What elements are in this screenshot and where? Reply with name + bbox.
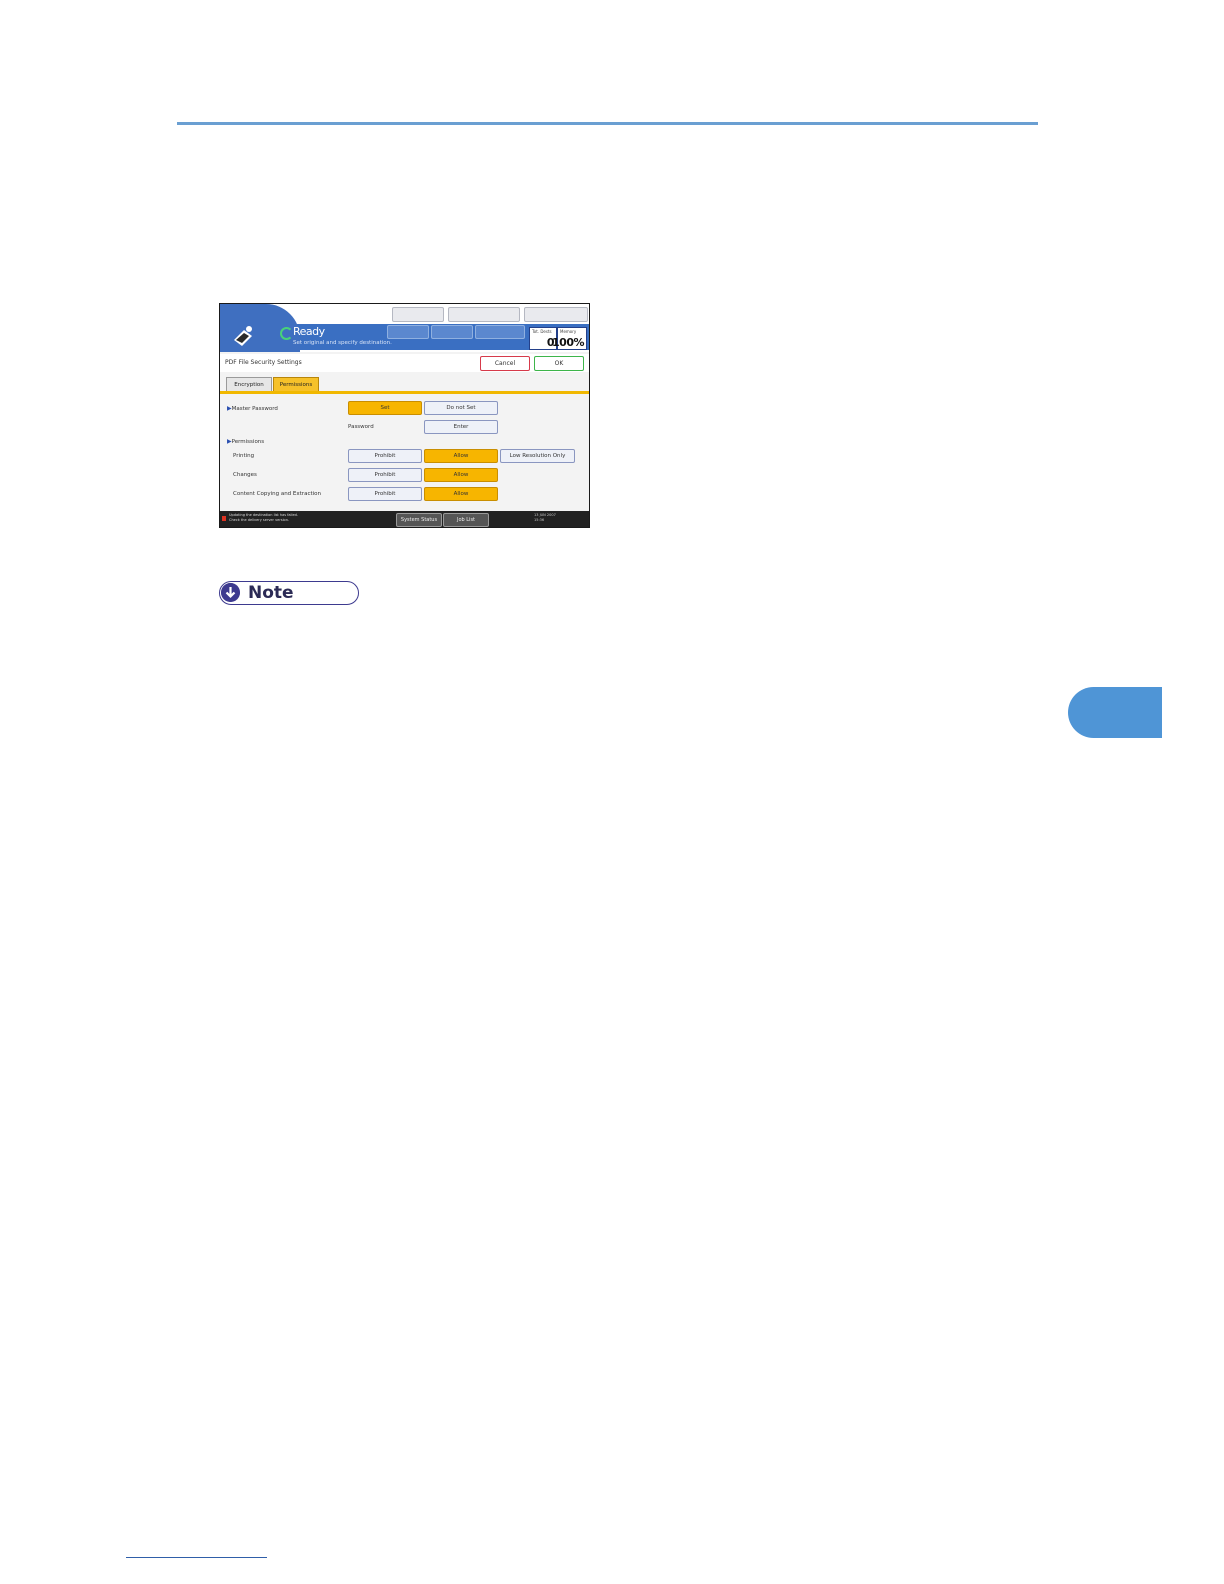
counter-value: 100% [552,336,584,349]
status-bar-message: Updating the destination list has failed… [229,513,298,523]
band-button[interactable] [431,325,473,339]
content-copying-allow-button[interactable]: Allow [424,487,498,501]
down-arrow-icon [221,583,240,602]
master-password-label: Master Password [231,406,278,412]
date-time: 13 JUN 2007 15:36 [534,513,556,523]
ok-button[interactable]: OK [534,356,584,371]
ready-icon [280,327,293,340]
password-enter-button[interactable]: Enter [424,420,498,434]
status-bar: Updating the destination list has failed… [220,511,589,527]
status-message-line: Check the delivery server version. [229,518,290,522]
content-copying-label: Content Copying and Extraction [233,491,321,497]
settings-title: PDF File Security Settings [225,359,302,366]
changes-prohibit-button[interactable]: Prohibit [348,468,422,482]
top-function-button[interactable] [524,307,588,322]
job-list-button[interactable]: Job List [443,513,489,527]
screenshot-panel: Ready Set original and specify destinati… [219,303,590,528]
permissions-label: Permissions [231,439,265,445]
printing-label: Printing [233,453,255,459]
footer-rule [126,1557,267,1558]
printing-allow-button[interactable]: Allow [424,449,498,463]
top-function-button[interactable] [448,307,520,322]
counter-label: Tot. Dests [532,329,552,334]
changes-allow-button[interactable]: Allow [424,468,498,482]
tab-underline [220,391,589,394]
system-status-button[interactable]: System Status [396,513,442,527]
error-icon [222,516,226,521]
note-badge: Note [219,581,359,605]
permissions-heading: ▶Permissions [227,438,264,445]
printing-prohibit-button[interactable]: Prohibit [348,449,422,463]
password-label: Password [348,424,374,430]
band-button[interactable] [387,325,429,339]
cancel-button[interactable]: Cancel [480,356,530,371]
status-title: Ready [293,325,325,338]
top-rule [177,122,1038,125]
time-line: 15:36 [534,518,545,522]
scanner-document-icon [234,326,252,346]
note-label: Note [248,583,294,603]
master-password-set-button[interactable]: Set [348,401,422,415]
top-function-button[interactable] [392,307,444,322]
master-password-do-not-set-button[interactable]: Do not Set [424,401,498,415]
chapter-tab [1068,687,1162,738]
printing-low-resolution-button[interactable]: Low Resolution Only [500,449,575,463]
changes-label: Changes [233,472,257,478]
counter-label: Memory [560,329,577,334]
band-button[interactable] [475,325,525,339]
content-copying-prohibit-button[interactable]: Prohibit [348,487,422,501]
status-message: Set original and specify destination. [293,340,392,346]
settings-title-row: PDF File Security Settings Cancel OK [220,354,589,372]
master-password-heading: ▶Master Password [227,405,278,412]
panel-header: Ready Set original and specify destinati… [220,304,589,352]
memory-counter: Memory 100% [552,327,587,350]
